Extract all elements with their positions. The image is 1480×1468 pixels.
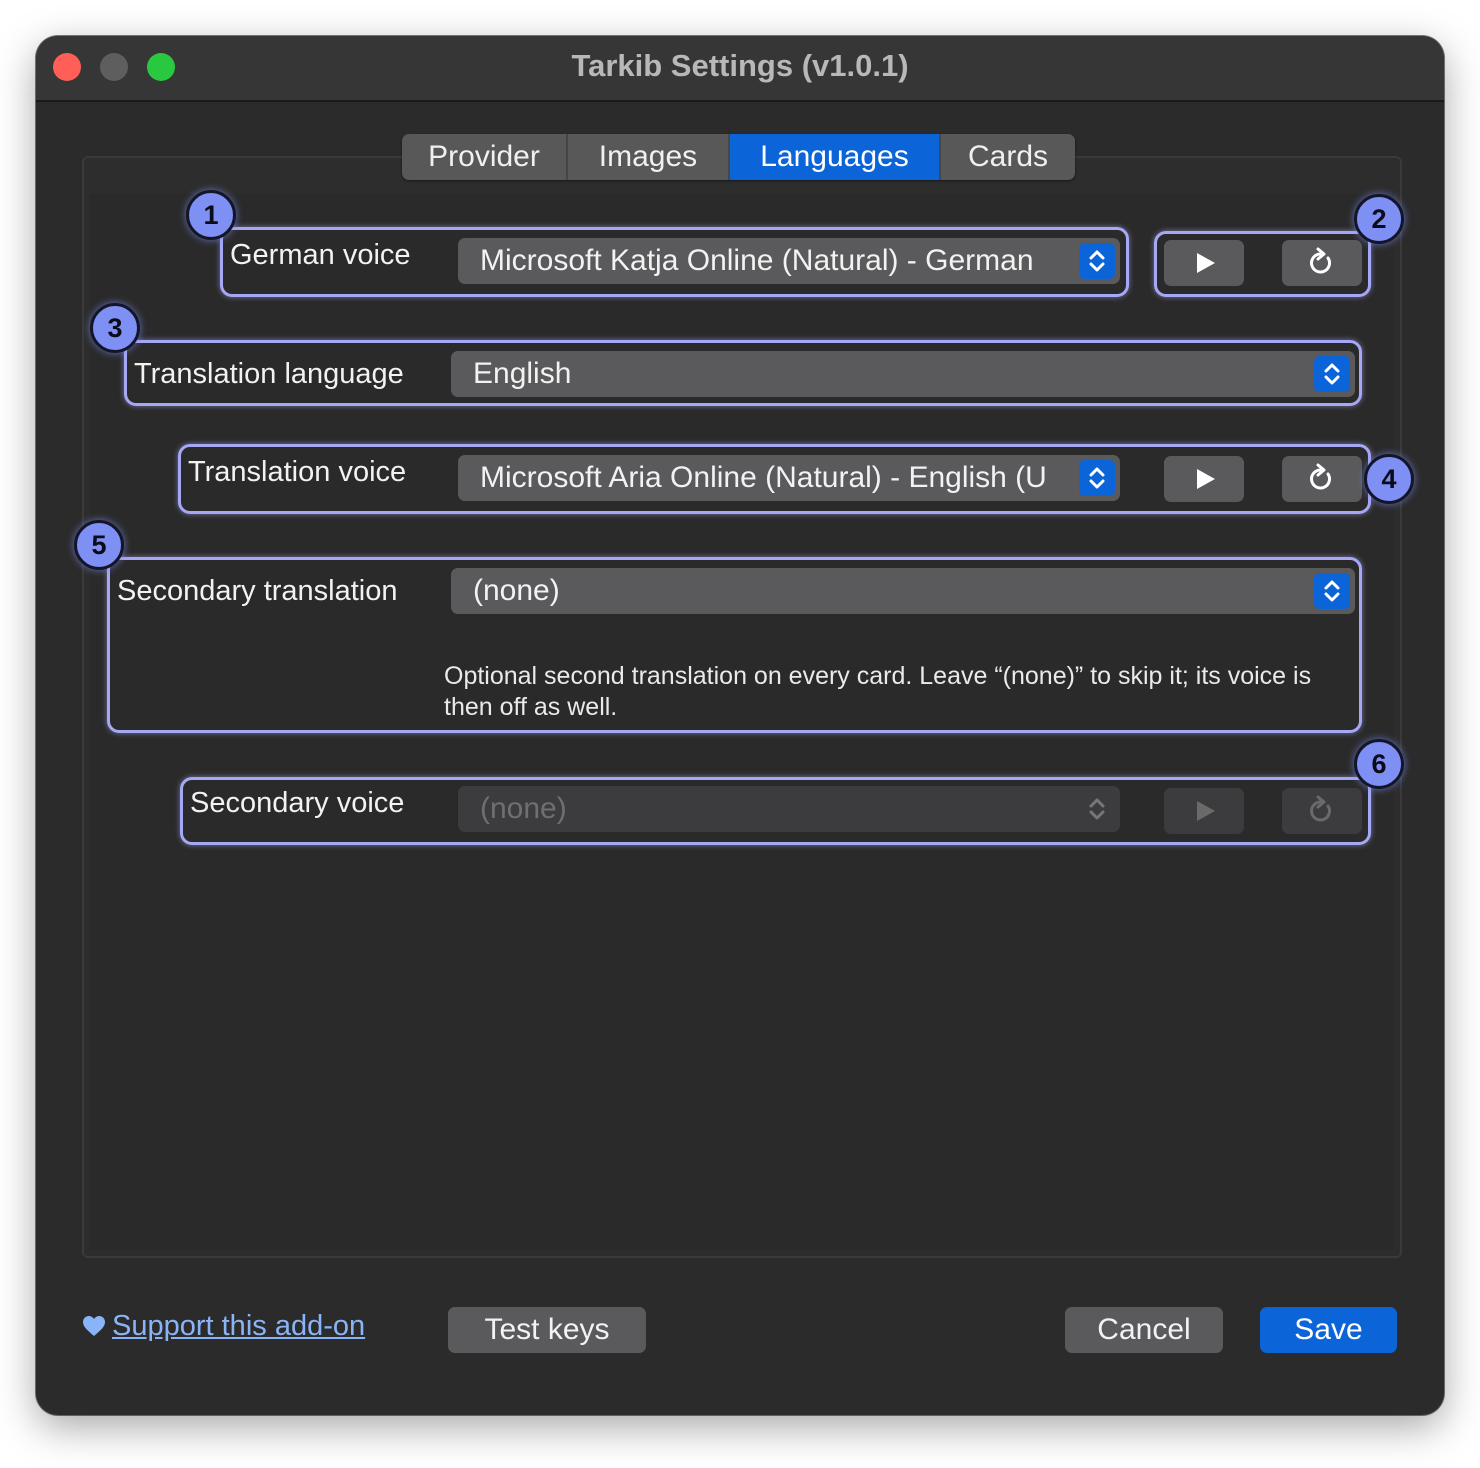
title-bar: Tarkib Settings (v1.0.1) bbox=[36, 36, 1444, 102]
tab-images[interactable]: Images bbox=[568, 134, 730, 180]
heart-icon bbox=[83, 1316, 105, 1336]
badge-1: 1 bbox=[186, 190, 236, 240]
tab-languages[interactable]: Languages bbox=[730, 134, 941, 180]
badge-5: 5 bbox=[74, 520, 124, 570]
highlight-translation-voice bbox=[178, 444, 1371, 514]
test-keys-button[interactable]: Test keys bbox=[448, 1307, 646, 1353]
settings-window: Tarkib Settings (v1.0.1) Provider Images… bbox=[36, 36, 1444, 1415]
highlight-german-voice bbox=[220, 227, 1129, 297]
badge-6: 6 bbox=[1354, 739, 1404, 789]
save-button[interactable]: Save bbox=[1260, 1307, 1397, 1353]
tab-bar: Provider Images Languages Cards bbox=[402, 134, 1075, 180]
highlight-secondary-voice bbox=[180, 777, 1371, 845]
window-title: Tarkib Settings (v1.0.1) bbox=[571, 48, 909, 83]
tab-provider[interactable]: Provider bbox=[402, 134, 568, 180]
badge-2: 2 bbox=[1354, 194, 1404, 244]
badge-3: 3 bbox=[90, 303, 140, 353]
badge-4: 4 bbox=[1364, 454, 1414, 504]
highlight-translation-language bbox=[124, 340, 1362, 406]
cancel-button[interactable]: Cancel bbox=[1065, 1307, 1223, 1353]
tab-cards[interactable]: Cards bbox=[941, 134, 1075, 180]
support-link-label: Support this add-on bbox=[112, 1310, 366, 1342]
support-link[interactable]: Support this add-on bbox=[82, 1310, 365, 1343]
highlight-secondary-translation bbox=[107, 557, 1362, 733]
highlight-german-voice-buttons bbox=[1154, 231, 1371, 297]
